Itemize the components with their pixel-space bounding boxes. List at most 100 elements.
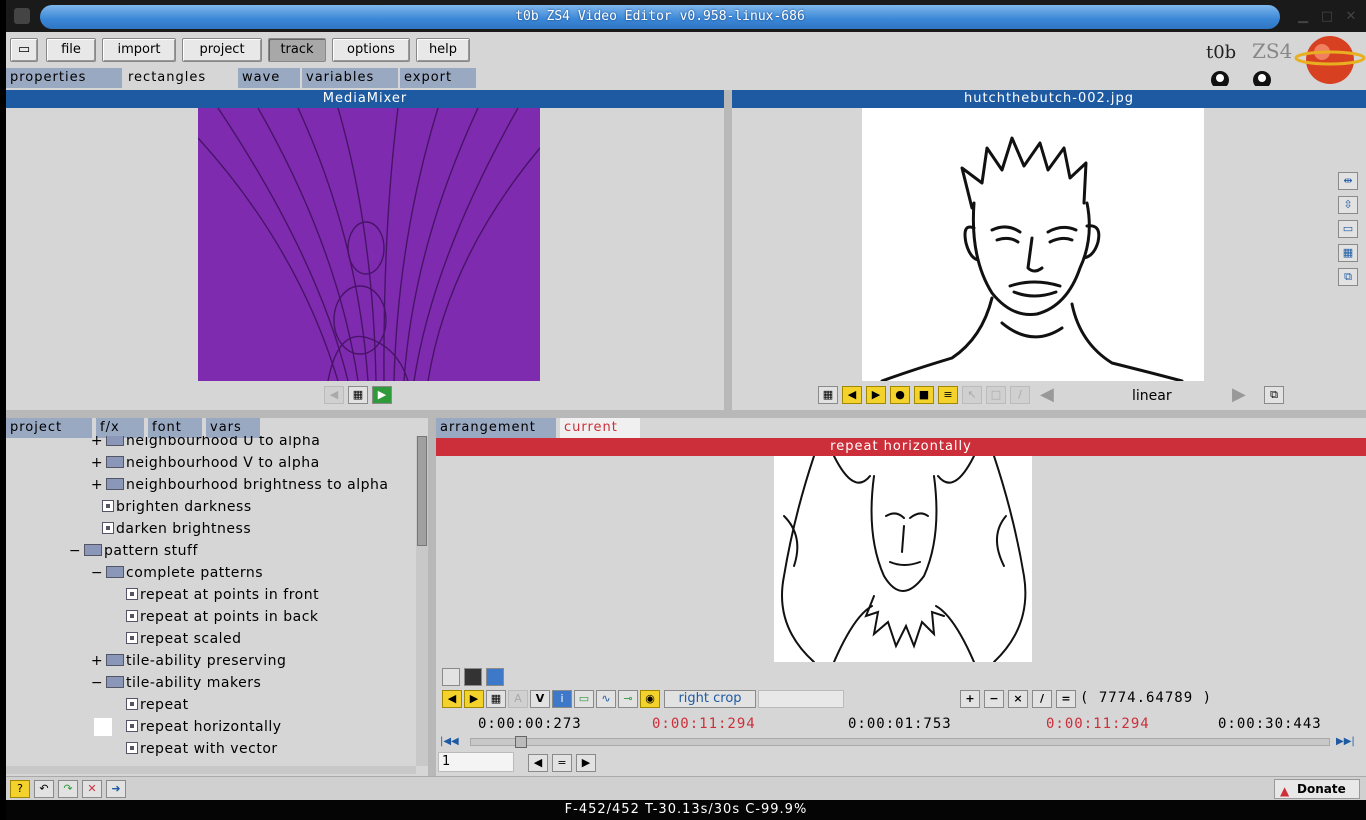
- keyframe-button-1[interactable]: ●: [890, 386, 910, 404]
- menu-import[interactable]: import: [102, 38, 176, 62]
- window-menu-icon[interactable]: [14, 8, 30, 24]
- tree-folder[interactable]: − complete patterns: [90, 562, 263, 584]
- menu-file[interactable]: file: [46, 38, 96, 62]
- expander-icon[interactable]: −: [68, 540, 82, 562]
- tool-prev-button[interactable]: ◀: [442, 690, 462, 708]
- expander-icon[interactable]: +: [90, 474, 104, 496]
- tool-key-button[interactable]: ⊸: [618, 690, 638, 708]
- tree-folder[interactable]: − pattern stuff: [68, 540, 198, 562]
- mode-color-button[interactable]: [486, 668, 504, 686]
- tree-item[interactable]: repeat scaled: [126, 628, 242, 650]
- tool-rect-button[interactable]: ▭: [574, 690, 594, 708]
- mode-black-button[interactable]: [464, 668, 482, 686]
- disabled-tool-3[interactable]: /: [1010, 386, 1030, 404]
- timeline-end-icon[interactable]: ▶▶|: [1336, 736, 1355, 747]
- menu-project[interactable]: project: [182, 38, 262, 62]
- frame-prev-button[interactable]: ◀: [528, 754, 548, 772]
- mode-white-button[interactable]: [442, 668, 460, 686]
- tree-item[interactable]: repeat at points in back: [126, 606, 319, 628]
- close-icon[interactable]: ✕: [1336, 7, 1366, 27]
- tree-folder[interactable]: + tile-ability preserving: [90, 650, 286, 672]
- tree-item[interactable]: repeat: [126, 694, 189, 716]
- tool-wave-button[interactable]: ∿: [596, 690, 616, 708]
- tab-project[interactable]: project: [6, 418, 92, 438]
- timeline-start-icon[interactable]: |◀◀: [440, 736, 466, 747]
- prev-frame-button[interactable]: ◀: [324, 386, 344, 404]
- frame-next-button[interactable]: ▶: [576, 754, 596, 772]
- tab-properties[interactable]: properties: [6, 68, 122, 88]
- expander-icon[interactable]: +: [90, 650, 104, 672]
- tree-scrollbar[interactable]: [416, 436, 428, 766]
- plus-button[interactable]: +: [960, 690, 980, 708]
- tree-item[interactable]: repeat horizontally: [94, 716, 282, 738]
- tool-vector-button[interactable]: V: [530, 690, 550, 708]
- redo-icon[interactable]: ↷: [58, 780, 78, 798]
- expander-icon[interactable]: −: [90, 562, 104, 584]
- menu-options[interactable]: options: [332, 38, 410, 62]
- keyframe-button-2[interactable]: ■: [914, 386, 934, 404]
- tab-font[interactable]: font: [148, 418, 202, 438]
- menu-track[interactable]: track: [268, 38, 326, 62]
- tab-rectangles[interactable]: rectangles: [124, 68, 236, 88]
- tree-item[interactable]: brighten darkness: [102, 496, 252, 518]
- tree-folder[interactable]: + neighbourhood U to alpha: [90, 436, 320, 452]
- bottom-splitter[interactable]: [428, 418, 436, 776]
- play-button[interactable]: ▶: [372, 386, 392, 404]
- hint-icon[interactable]: ?: [10, 780, 30, 798]
- fit-width-icon[interactable]: ⇹: [1338, 172, 1358, 190]
- tab-arrangement[interactable]: arrangement: [436, 418, 556, 438]
- timeline-thumb[interactable]: [515, 736, 527, 748]
- expander-icon[interactable]: +: [90, 452, 104, 474]
- tool-cam-button[interactable]: ◉: [640, 690, 660, 708]
- frame-icon[interactable]: ▭: [1338, 220, 1358, 238]
- frame-input[interactable]: 1: [438, 752, 514, 772]
- menu-help[interactable]: help: [416, 38, 470, 62]
- disabled-tool-1[interactable]: ↖: [962, 386, 982, 404]
- expander-icon[interactable]: −: [90, 672, 104, 694]
- go-icon[interactable]: ➜: [106, 780, 126, 798]
- tree-hscrollbar[interactable]: [6, 766, 416, 774]
- rewind-button[interactable]: ◀: [842, 386, 862, 404]
- divide-button[interactable]: /: [1032, 690, 1052, 708]
- multiply-button[interactable]: ×: [1008, 690, 1028, 708]
- tree-folder[interactable]: + neighbourhood V to alpha: [90, 452, 320, 474]
- delete-icon[interactable]: ✕: [82, 780, 102, 798]
- zoom-icon[interactable]: ⧉: [1338, 268, 1358, 286]
- crop-field[interactable]: [758, 690, 844, 708]
- app-menu-icon[interactable]: ▭: [10, 38, 38, 62]
- donate-button[interactable]: ▲ Donate: [1274, 779, 1360, 799]
- tool-text-button[interactable]: A: [508, 690, 528, 708]
- tree-item[interactable]: darken brightness: [102, 518, 251, 540]
- frame-equal-button[interactable]: =: [552, 754, 572, 772]
- keyframe-button-3[interactable]: ≡: [938, 386, 958, 404]
- undo-icon[interactable]: ↶: [34, 780, 54, 798]
- fit-height-icon[interactable]: ⇳: [1338, 196, 1358, 214]
- interp-next-arrow[interactable]: ▶: [1232, 384, 1246, 405]
- tab-wave[interactable]: wave: [238, 68, 300, 88]
- tab-variables[interactable]: variables: [302, 68, 398, 88]
- tab-export[interactable]: export: [400, 68, 476, 88]
- view-mode-button[interactable]: ⧉: [1264, 386, 1284, 404]
- tab-current[interactable]: current: [560, 418, 640, 438]
- vertical-splitter[interactable]: [724, 90, 732, 410]
- timeline-track[interactable]: [470, 736, 1330, 748]
- disabled-tool-2[interactable]: □: [986, 386, 1006, 404]
- expander-icon[interactable]: +: [90, 436, 104, 452]
- tree-item[interactable]: repeat with vector: [126, 738, 278, 760]
- tab-fx[interactable]: f/x: [96, 418, 144, 438]
- info-icon[interactable]: i: [552, 690, 572, 708]
- checker-bg-button-right[interactable]: ▦: [818, 386, 838, 404]
- tab-vars[interactable]: vars: [206, 418, 260, 438]
- minus-button[interactable]: −: [984, 690, 1004, 708]
- right-crop-button[interactable]: right crop: [664, 690, 756, 708]
- forward-button[interactable]: ▶: [866, 386, 886, 404]
- equals-button[interactable]: =: [1056, 690, 1076, 708]
- checker-icon[interactable]: ▦: [1338, 244, 1358, 262]
- interpolation-label[interactable]: linear: [1132, 388, 1172, 404]
- horizontal-splitter[interactable]: [6, 410, 1366, 418]
- tree-scrollbar-thumb[interactable]: [417, 436, 427, 546]
- tree-folder[interactable]: − tile-ability makers: [90, 672, 261, 694]
- tool-checker-button[interactable]: ▦: [486, 690, 506, 708]
- tool-next-button[interactable]: ▶: [464, 690, 484, 708]
- checker-bg-button[interactable]: ▦: [348, 386, 368, 404]
